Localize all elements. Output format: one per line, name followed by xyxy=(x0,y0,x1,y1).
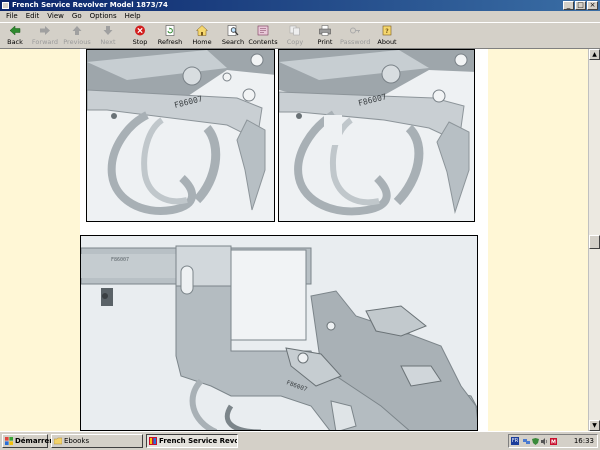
task-french-revolver[interactable]: French Service Revol... xyxy=(146,434,238,448)
ebook-icon xyxy=(149,437,157,445)
menu-view[interactable]: View xyxy=(43,11,68,22)
task-label: French Service Revol... xyxy=(159,437,238,445)
page-margin-left xyxy=(0,49,80,431)
vertical-scrollbar[interactable]: ▲ ▼ xyxy=(588,49,600,431)
task-label: Ebooks xyxy=(64,437,90,445)
search-icon xyxy=(227,25,239,36)
language-indicator[interactable]: FR xyxy=(511,437,519,445)
home-button[interactable]: Home xyxy=(187,25,217,49)
about-icon: ? xyxy=(382,25,392,36)
maximize-button[interactable]: □ xyxy=(575,1,586,10)
title-bar: French Service Revolver Model 1873/74 _ … xyxy=(0,0,600,11)
print-icon xyxy=(319,25,331,36)
start-label: Démarrer xyxy=(15,437,53,445)
forward-button[interactable]: Forward xyxy=(30,25,60,49)
password-button[interactable]: Password xyxy=(340,25,370,49)
taskbar-clock[interactable]: 16:33 xyxy=(574,435,594,447)
refresh-icon xyxy=(165,25,175,36)
copy-icon xyxy=(289,25,300,36)
scroll-up-arrow-icon[interactable]: ▲ xyxy=(589,49,600,60)
back-arrow-icon xyxy=(9,25,21,36)
start-button[interactable]: Démarrer xyxy=(2,434,53,448)
about-button[interactable]: ? About xyxy=(372,25,402,49)
shield-icon[interactable] xyxy=(532,438,539,445)
trigger-photo-right: F86007 xyxy=(278,49,475,222)
window-controls: _ □ × xyxy=(563,1,598,10)
down-arrow-icon xyxy=(103,26,113,35)
contents-button[interactable]: Contents xyxy=(248,25,278,49)
app-icon xyxy=(2,2,9,9)
scrollbar-thumb[interactable] xyxy=(589,235,600,249)
menu-options[interactable]: Options xyxy=(86,11,121,22)
minimize-button[interactable]: _ xyxy=(563,1,574,10)
antivirus-icon[interactable]: M xyxy=(550,438,557,445)
password-icon xyxy=(350,27,360,34)
menu-go[interactable]: Go xyxy=(68,11,86,22)
stop-icon xyxy=(135,25,145,36)
previous-button[interactable]: Previous xyxy=(62,25,92,49)
menu-file[interactable]: File xyxy=(2,11,22,22)
menu-bar: File Edit View Go Options Help xyxy=(0,11,600,22)
copy-button[interactable]: Copy xyxy=(280,25,310,49)
back-button[interactable]: Back xyxy=(0,25,30,49)
volume-icon[interactable] xyxy=(541,438,548,445)
revolver-frame-photo: F86007 F86007 xyxy=(80,235,478,431)
system-tray: FR M 16:33 xyxy=(508,434,598,448)
close-button[interactable]: × xyxy=(587,1,598,10)
next-button[interactable]: Next xyxy=(93,25,123,49)
page-margin-right xyxy=(488,49,588,431)
task-ebooks[interactable]: Ebooks xyxy=(51,434,143,448)
stop-button[interactable]: Stop xyxy=(125,25,155,49)
home-icon xyxy=(196,25,208,36)
forward-arrow-icon xyxy=(40,26,50,35)
document-view[interactable]: F86007 F86007 F86007 F86007 xyxy=(0,49,588,431)
menu-help[interactable]: Help xyxy=(121,11,145,22)
barrel-stamp: F86007 xyxy=(111,257,129,263)
print-button[interactable]: Print xyxy=(310,25,340,49)
contents-icon xyxy=(257,25,269,36)
folder-icon xyxy=(54,437,62,445)
svg-text:?: ? xyxy=(385,28,389,35)
window-title: French Service Revolver Model 1873/74 xyxy=(12,1,168,9)
up-arrow-icon xyxy=(72,26,82,35)
menu-edit[interactable]: Edit xyxy=(22,11,44,22)
windows-logo-icon xyxy=(5,437,13,445)
search-button[interactable]: Search xyxy=(218,25,248,49)
toolbar: Back Forward Previous Next Stop Refresh … xyxy=(0,22,600,49)
trigger-photo-left: F86007 xyxy=(86,49,275,222)
network-icon[interactable] xyxy=(523,438,530,445)
taskbar: Démarrer Ebooks French Service Revol... … xyxy=(0,431,600,450)
svg-text:M: M xyxy=(551,440,556,446)
refresh-button[interactable]: Refresh xyxy=(155,25,185,49)
scroll-down-arrow-icon[interactable]: ▼ xyxy=(589,420,600,431)
